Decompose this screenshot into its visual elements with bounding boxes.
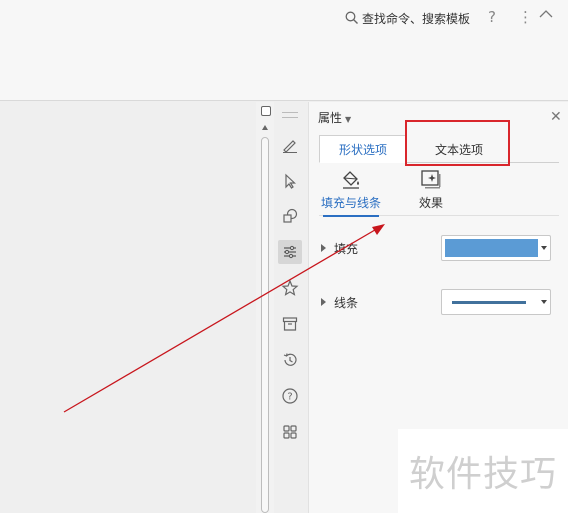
- more-icon[interactable]: ⋮: [518, 8, 533, 26]
- subtab-label: 填充与线条: [320, 196, 381, 210]
- search-label: 查找命令、搜索模板: [362, 11, 471, 26]
- edit-icon[interactable]: [278, 133, 302, 157]
- scroll-up-arrow[interactable]: [262, 125, 268, 130]
- line-style-dropdown[interactable]: [441, 289, 551, 315]
- help-icon[interactable]: ?: [488, 8, 496, 26]
- chevron-down-icon: [541, 246, 547, 250]
- watermark: 软件技巧: [398, 429, 568, 513]
- tab-shape-options[interactable]: 形状选项: [319, 135, 407, 163]
- svg-text:?: ?: [287, 392, 292, 403]
- panel-title: 属性: [318, 111, 343, 125]
- history-icon[interactable]: [278, 348, 302, 372]
- side-tool-strip: ?: [274, 102, 308, 513]
- fill-bucket-icon: [343, 171, 359, 189]
- line-label: 线条: [334, 296, 359, 310]
- top-toolbar: 查找命令、搜索模板 ? ⋮: [0, 0, 568, 101]
- expand-triangle-icon[interactable]: [321, 298, 326, 306]
- fill-color-dropdown[interactable]: [441, 235, 551, 261]
- select-icon[interactable]: [278, 169, 302, 193]
- shapes-icon[interactable]: [278, 204, 302, 228]
- collapse-icon[interactable]: [538, 6, 554, 24]
- subtab-label: 效果: [418, 196, 443, 210]
- scroll-thumb[interactable]: [261, 137, 269, 513]
- subtab-fill-and-line[interactable]: 填充与线条: [319, 168, 383, 217]
- archive-icon[interactable]: [278, 312, 302, 336]
- chevron-down-icon: [541, 300, 547, 304]
- close-icon[interactable]: ✕: [550, 109, 562, 125]
- fill-section: 填充: [319, 235, 559, 261]
- panel-title-dropdown[interactable]: 属性 ▼: [318, 109, 351, 126]
- document-canvas[interactable]: [0, 102, 256, 513]
- vertical-scrollbar[interactable]: [256, 102, 274, 513]
- tab-label: 形状选项: [338, 142, 387, 157]
- fill-color-swatch: [445, 239, 538, 257]
- search-icon: [345, 11, 358, 24]
- chevron-down-icon: ▼: [345, 115, 352, 124]
- annotation-highlight-box: [405, 120, 510, 166]
- properties-icon[interactable]: [278, 240, 302, 264]
- apps-icon[interactable]: [278, 420, 302, 444]
- active-underline: [323, 215, 379, 217]
- drag-grip[interactable]: [282, 112, 298, 118]
- subtab-effect[interactable]: 效果: [399, 168, 463, 216]
- help-circle-icon[interactable]: ?: [278, 384, 302, 408]
- line-style-swatch: [452, 301, 526, 304]
- sub-tabs: 填充与线条 效果: [319, 168, 559, 217]
- fill-label: 填充: [334, 242, 359, 256]
- panel-toggle-icon[interactable]: [261, 106, 271, 116]
- command-search[interactable]: 查找命令、搜索模板: [345, 9, 470, 27]
- line-section: 线条: [319, 289, 559, 315]
- watermark-text: 软件技巧: [408, 454, 557, 495]
- expand-triangle-icon[interactable]: [321, 244, 326, 252]
- favorite-icon[interactable]: [278, 276, 302, 300]
- effect-icon: [421, 170, 441, 189]
